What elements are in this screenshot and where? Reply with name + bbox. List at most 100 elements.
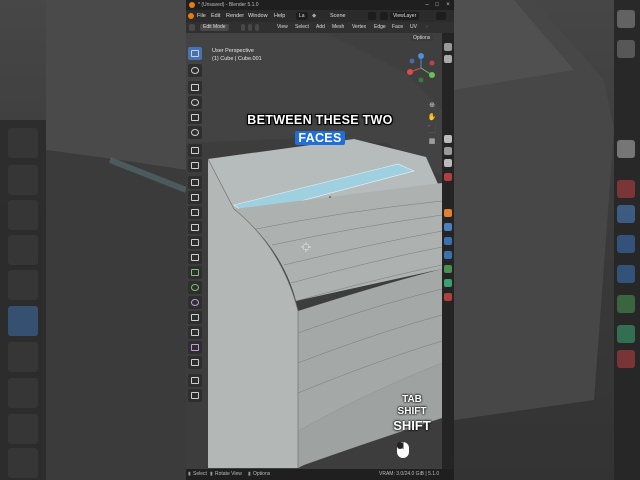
data-properties-icon[interactable] [444, 279, 452, 287]
output-properties-icon[interactable] [444, 135, 452, 143]
background-icon [617, 235, 635, 253]
edge-slide-tool[interactable] [188, 311, 202, 324]
menu-file[interactable]: File [197, 10, 206, 22]
scene-browse-icon[interactable] [368, 12, 376, 20]
menu-edit[interactable]: Edit [211, 10, 220, 22]
knife-tool[interactable] [188, 251, 202, 264]
background-tool [8, 306, 38, 336]
poly-build-tool[interactable] [188, 266, 202, 279]
status-options: Options [253, 471, 271, 477]
menu-edge[interactable]: Edge [374, 22, 386, 33]
extrude-region-tool[interactable] [188, 191, 202, 204]
shear-tool[interactable] [188, 341, 202, 354]
add-cube-tool[interactable] [188, 176, 202, 189]
background-tool [8, 448, 38, 478]
background-blur-left [0, 0, 186, 480]
background-tool [8, 270, 38, 300]
properties-icon-strip [442, 33, 454, 469]
select-box-tool[interactable] [188, 47, 202, 60]
blender-menu-icon[interactable] [188, 13, 194, 19]
background-icon [617, 140, 635, 158]
rotate-tool[interactable] [188, 96, 202, 109]
status-vram: VRAM: 3.0/24.0 GiB | 5.1.0 [379, 471, 440, 477]
background-tool [8, 128, 38, 158]
background-blur-right [454, 0, 640, 480]
bevel-tool[interactable] [188, 221, 202, 234]
shrink-fatten-tool[interactable] [188, 326, 202, 339]
key-shift-small: SHIFT [397, 406, 427, 417]
keystroke-overlay: TAB SHIFT SHIFT [382, 394, 442, 434]
spin-tool[interactable] [188, 281, 202, 294]
maximize-icon[interactable]: □ [432, 0, 442, 10]
caption-line-1: BETWEEN THESE TWO [247, 113, 393, 127]
particles-properties-icon[interactable] [444, 237, 452, 245]
tool-properties-icon[interactable] [444, 43, 452, 51]
menu-select[interactable]: Select [295, 22, 309, 33]
scene-new-icon[interactable] [380, 12, 388, 20]
options-dropdown[interactable]: Options [410, 35, 434, 41]
background-tool [8, 200, 38, 230]
mode-selector[interactable]: Edit Mode [200, 24, 229, 31]
background-tool [8, 414, 38, 444]
world-properties-icon[interactable] [444, 173, 452, 181]
editor-type-icon[interactable] [189, 24, 195, 31]
zoom-icon[interactable]: ⊕ [427, 101, 437, 111]
rip-region-tool[interactable] [188, 356, 202, 369]
menu-vertex[interactable]: Vertex [352, 22, 366, 33]
scene-properties-icon[interactable] [444, 159, 452, 167]
background-tool [8, 165, 38, 195]
viewlayer-selector[interactable]: ViewLayer [390, 12, 420, 20]
view-layer-properties-icon[interactable] [444, 147, 452, 155]
background-icon [617, 205, 635, 223]
background-icon [617, 180, 635, 198]
material-properties-icon[interactable] [444, 293, 452, 301]
inset-faces-tool[interactable] [188, 206, 202, 219]
constraints-properties-icon[interactable] [444, 265, 452, 273]
move-tool[interactable] [188, 81, 202, 94]
vertex-select-icon[interactable] [241, 24, 245, 31]
workspace-tab[interactable]: La [296, 12, 308, 20]
transform-extra-tool[interactable] [188, 374, 202, 387]
menu-face[interactable]: Face [392, 22, 403, 33]
loop-cut-tool[interactable] [188, 236, 202, 249]
measure-tool[interactable] [188, 159, 202, 172]
menu-uv[interactable]: UV [410, 22, 417, 33]
object-properties-icon[interactable] [444, 209, 452, 217]
render-properties-icon[interactable] [444, 55, 452, 63]
more-icon[interactable]: › [426, 22, 428, 33]
minimize-icon[interactable]: – [422, 0, 432, 10]
face-select-icon[interactable] [255, 24, 259, 31]
key-tab: TAB [402, 394, 422, 405]
menu-window[interactable]: Window [248, 10, 268, 22]
mouse-middle-icon: ▮ [210, 471, 213, 477]
viewlayer-new-icon[interactable] [436, 12, 446, 20]
background-tool [8, 378, 38, 408]
navigation-gizmo-icon[interactable] [404, 51, 438, 85]
view-perspective-label: User Perspective [212, 48, 254, 54]
background-icon [617, 350, 635, 368]
object-extra-tool[interactable] [188, 389, 202, 402]
status-bar: ▮ Select ▮ Rotate View ▮ Options VRAM: 3… [186, 469, 454, 480]
menu-render[interactable]: Render [226, 10, 244, 22]
tool-shelf [188, 47, 204, 407]
modifier-properties-icon[interactable] [444, 223, 452, 231]
menu-help[interactable]: Help [274, 10, 285, 22]
close-icon[interactable]: × [443, 0, 453, 10]
menu-add[interactable]: Add [316, 22, 325, 33]
title-bar: * (Unsaved) - Blender 5.1.0 – □ × [186, 0, 454, 10]
scene-selector[interactable]: Scene [330, 10, 346, 22]
3d-viewport[interactable]: User Perspective (1) Cube | Cube.001 Opt… [186, 33, 454, 469]
blender-logo-icon [189, 2, 195, 8]
key-shift-large: SHIFT [393, 418, 431, 433]
menu-bar: File Edit Render Window Help La ◆ Scene … [186, 10, 454, 22]
menu-mesh[interactable]: Mesh [332, 22, 344, 33]
physics-properties-icon[interactable] [444, 251, 452, 259]
menu-view[interactable]: View [277, 22, 288, 33]
background-icon [617, 295, 635, 313]
smooth-tool[interactable] [188, 296, 202, 309]
cursor-tool[interactable] [188, 64, 202, 77]
edge-select-icon[interactable] [248, 24, 252, 31]
viewport-info: User Perspective (1) Cube | Cube.001 [212, 47, 262, 63]
status-rotate: Rotate View [215, 471, 242, 477]
blender-window: * (Unsaved) - Blender 5.1.0 – □ × File E… [186, 0, 454, 480]
